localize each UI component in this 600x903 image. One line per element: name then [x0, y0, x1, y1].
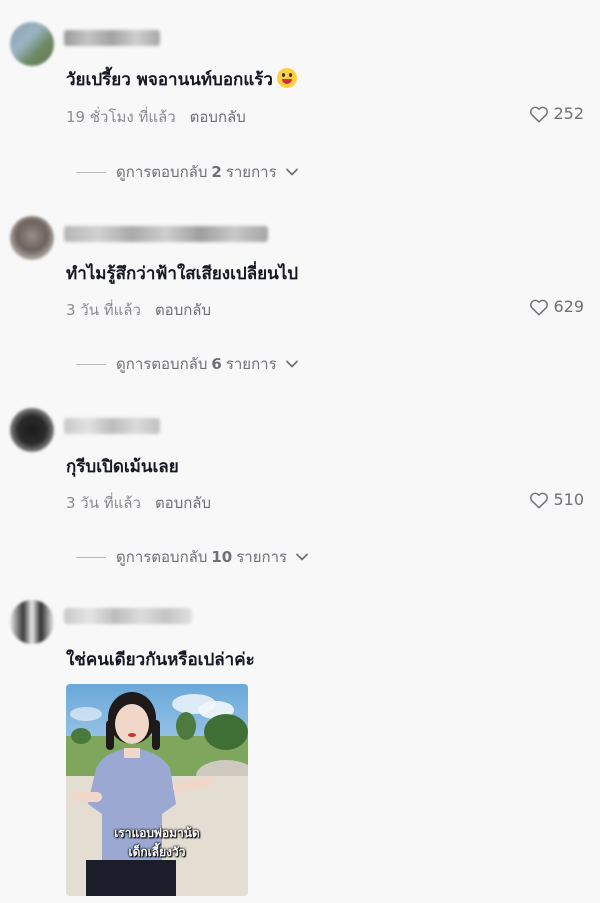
video-thumbnail[interactable]: เราแอบพ่อมาน้ด เด็กเลี้ยงวัว	[66, 684, 248, 896]
avatar[interactable]	[10, 600, 54, 644]
comment-body: ใช่คนเดียวกันหรือเปล่าค่ะ	[66, 650, 255, 670]
comment-text: ใช่คนเดียวกันหรือเปล่าค่ะ	[66, 646, 255, 673]
video-frame-illustration	[66, 692, 248, 896]
video-caption-line-1: เราแอบพ่อมาน้ด	[114, 826, 200, 840]
comment-item: ใช่คนเดียวกันหรือเปล่าค่ะ เราแอบพ่อมาน้ด…	[0, 0, 600, 903]
username-redacted[interactable]	[64, 608, 192, 624]
video-caption: เราแอบพ่อมาน้ด เด็กเลี้ยงวัว	[66, 824, 248, 862]
video-caption-line-2: เด็กเลี้ยงวัว	[128, 845, 186, 859]
